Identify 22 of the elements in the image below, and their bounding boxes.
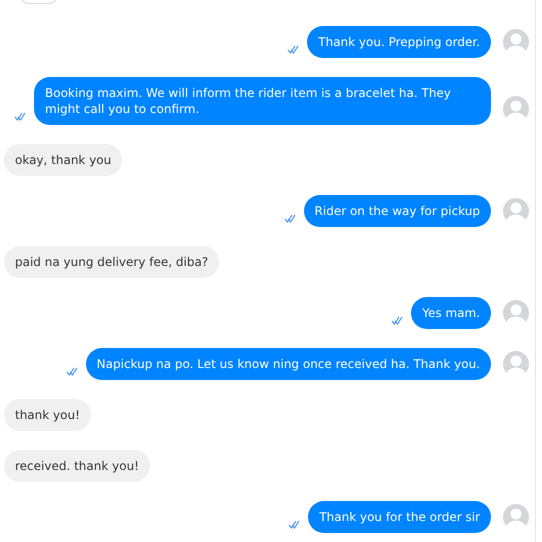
avatar-icon <box>503 504 529 530</box>
double-check-icon <box>284 214 296 223</box>
double-check-icon <box>14 112 26 121</box>
message-bubble: received. thank you! <box>4 450 150 482</box>
double-check-icon <box>288 520 300 529</box>
double-check-icon <box>287 45 300 54</box>
avatar-icon <box>503 300 529 326</box>
avatar-icon <box>503 29 529 55</box>
avatar-icon <box>503 351 529 377</box>
message-bubble: Yes mam. <box>411 297 491 329</box>
message-bubble: Booking maxim. We will inform the rider item is a bracelet ha. They might call you to confirm. <box>34 77 491 125</box>
message-bubble: Napickup na po. Let us know ning once received ha. Thank you. <box>86 348 491 380</box>
double-check-icon <box>66 367 78 376</box>
message-bubble: Rider on the way for pickup <box>304 195 491 227</box>
message-bubble: paid na yung delivery fee, diba? <box>4 246 220 278</box>
message-bubble: Thank you. Prepping order. <box>307 26 491 58</box>
message-bubble: okay, thank you <box>4 144 122 176</box>
avatar-icon <box>503 198 529 224</box>
avatar-icon <box>503 96 529 122</box>
message-bubble: thank you! <box>4 399 91 431</box>
double-check-icon <box>391 316 404 325</box>
message-bubble: Thank you for the order sir <box>308 501 491 533</box>
